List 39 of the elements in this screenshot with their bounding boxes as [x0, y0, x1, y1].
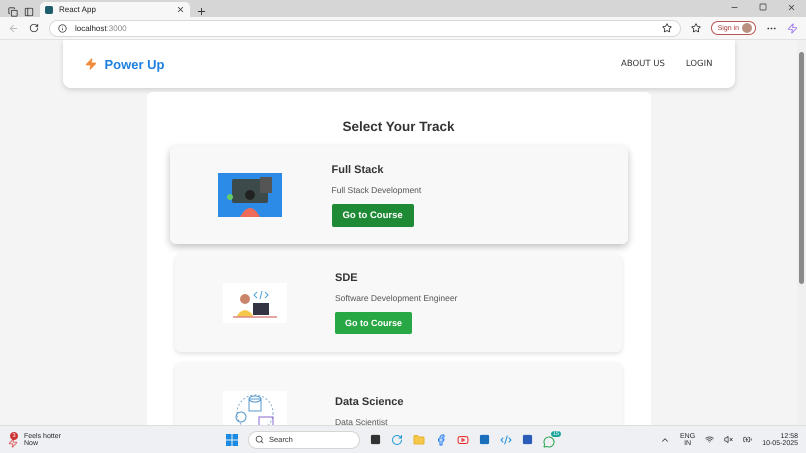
star-icon[interactable]	[662, 23, 672, 33]
reload-icon[interactable]	[29, 23, 39, 33]
go-to-course-button[interactable]: Go to Course	[332, 204, 414, 226]
task-view-icon[interactable]	[370, 434, 381, 445]
close-icon[interactable]	[176, 5, 185, 14]
scrollbar[interactable]	[797, 40, 806, 425]
nav-link[interactable]: ABOUT US	[621, 59, 665, 69]
close-icon[interactable]	[787, 2, 796, 12]
new-tab-icon[interactable]	[196, 6, 207, 17]
brand-name[interactable]: Power Up	[104, 56, 164, 72]
track-title: Full Stack	[332, 164, 384, 176]
facebook-icon[interactable]	[435, 434, 447, 446]
programmer-illustration-drawing	[223, 283, 287, 323]
workspaces-icon[interactable]	[8, 7, 18, 17]
page-title: Select Your Track	[342, 119, 455, 134]
url-port: :3000	[106, 24, 127, 32]
address-bar[interactable]: localhost:3000	[49, 20, 681, 36]
developer-illustration-drawing	[218, 173, 282, 217]
track-title: Data Science	[335, 396, 404, 408]
info-icon	[58, 24, 67, 32]
search-icon	[255, 435, 264, 444]
tab-title: React App	[59, 5, 97, 14]
nav-link[interactable]: LOGIN	[686, 59, 712, 69]
lightning-icon	[84, 58, 96, 70]
maximize-icon[interactable]	[759, 2, 767, 12]
wifi-icon[interactable]	[705, 435, 714, 444]
track-subtitle: Software Development Engineer	[335, 293, 458, 303]
start-icon[interactable]	[226, 434, 238, 446]
track-subtitle: Full Stack Development	[332, 184, 422, 194]
sidebar-icon[interactable]	[24, 7, 34, 17]
battery-icon[interactable]	[743, 435, 752, 444]
avatar-icon	[742, 23, 752, 33]
youtube-icon[interactable]	[457, 434, 469, 446]
favorites-icon[interactable]	[690, 23, 701, 33]
track-subtitle: Data Scientist	[335, 416, 388, 425]
browser-tab[interactable]: React App	[40, 2, 190, 17]
track-title: SDE	[335, 272, 358, 284]
url-host: localhost	[75, 24, 107, 32]
mute-icon[interactable]	[724, 435, 734, 444]
